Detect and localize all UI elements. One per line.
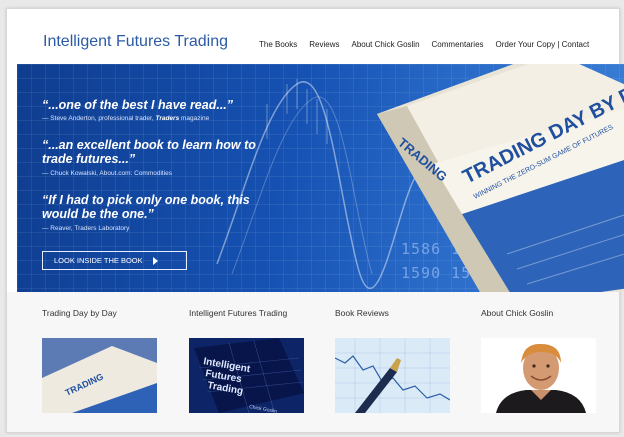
feature-section: Trading Day by Day TRADING Intelligent F… [7,292,619,432]
quote-1: “...one of the best I have read...” [42,98,234,112]
feature-card-trading-day[interactable]: Trading Day by Day TRADING [42,308,172,413]
nav-order-contact[interactable]: Order Your Copy | Contact [496,40,590,49]
book-thumbnail-trading-day[interactable]: TRADING [42,338,157,413]
main-nav: The Books Reviews About Chick Goslin Com… [259,40,589,49]
nav-commentaries[interactable]: Commentaries [432,40,484,49]
hero-banner: 1586 1 1590 153 “...one of the best I ha… [17,64,624,292]
author-photo[interactable] [481,338,596,413]
quote-3-attribution: — Reaver, Traders Laboratory [42,225,130,232]
quote-2-attribution: — Chuck Kowalski, About.com: Commodities [42,170,173,177]
look-inside-book-button[interactable]: LOOK INSIDE THE BOOK [42,251,187,270]
feature-card-about-author[interactable]: About Chick Goslin [481,308,611,413]
quote-1-attribution: — Steve Anderton, professional trader, T… [42,115,210,122]
feature-title[interactable]: About Chick Goslin [481,308,611,318]
quote-2: “...an excellent book to learn how to tr… [42,138,256,166]
book-thumbnail-intelligent-futures[interactable]: Intelligent Futures Trading Chick Goslin [189,338,304,413]
play-arrow-icon [152,256,158,265]
feature-card-intelligent-futures[interactable]: Intelligent Futures Trading Intelligent … [189,308,319,413]
nav-about[interactable]: About Chick Goslin [351,40,419,49]
page-frame: Intelligent Futures Trading The Books Re… [6,8,624,433]
feature-title[interactable]: Trading Day by Day [42,308,172,318]
nav-reviews[interactable]: Reviews [309,40,339,49]
look-inside-label: LOOK INSIDE THE BOOK [54,256,143,265]
book-reviews-thumbnail[interactable] [335,338,450,413]
site-title[interactable]: Intelligent Futures Trading [43,33,228,51]
feature-card-book-reviews[interactable]: Book Reviews [335,308,465,413]
feature-title[interactable]: Book Reviews [335,308,465,318]
book-cover-image[interactable]: TRADING DAY BY DAY WINNING THE ZERO-SUM … [367,64,624,292]
feature-title[interactable]: Intelligent Futures Trading [189,308,319,318]
nav-the-books[interactable]: The Books [259,40,297,49]
site-header: Intelligent Futures Trading The Books Re… [7,9,619,65]
quote-3: “If I had to pick only one book, this wo… [42,193,250,221]
